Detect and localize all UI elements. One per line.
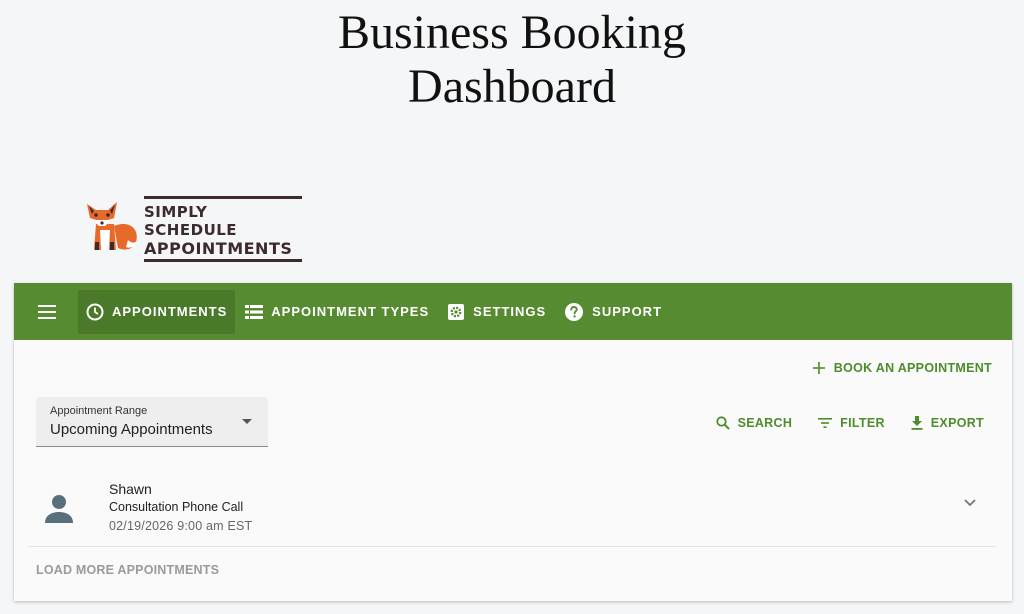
filter-label: FILTER — [840, 416, 885, 430]
nav-appointment-types[interactable]: APPOINTMENT TYPES — [237, 290, 437, 334]
list-icon — [245, 304, 264, 319]
booking-app: APPOINTMENTS APPOINTMENT TYPES SETTINGS — [14, 283, 1012, 601]
nav-appointment-types-label: APPOINTMENT TYPES — [271, 304, 430, 319]
nav-appointments-label: APPOINTMENTS — [112, 304, 228, 319]
logo-wordmark: SIMPLY SCHEDULE APPOINTMENTS — [144, 196, 304, 262]
logo-line2: APPOINTMENTS — [144, 239, 293, 258]
logo-line1: SIMPLY SCHEDULE — [144, 203, 238, 239]
person-icon — [45, 495, 73, 523]
top-navbar: APPOINTMENTS APPOINTMENT TYPES SETTINGS — [14, 283, 1012, 340]
appointment-row[interactable]: Shawn Consultation Phone Call 02/19/2026… — [28, 473, 996, 547]
menu-button[interactable] — [32, 297, 62, 327]
range-select-label: Appointment Range — [50, 405, 148, 417]
plus-icon — [812, 362, 825, 374]
download-icon — [911, 416, 923, 430]
page-title-line1: Business Booking — [337, 6, 687, 59]
gear-icon — [448, 303, 465, 320]
export-button[interactable]: EXPORT — [911, 416, 984, 430]
search-icon — [715, 416, 730, 430]
logo-rule-top — [144, 196, 302, 199]
chevron-down-icon[interactable] — [964, 499, 976, 507]
hamburger-icon — [38, 304, 56, 319]
fox-icon — [87, 202, 137, 250]
caret-down-icon — [242, 419, 252, 424]
list-actions: SEARCH FILTER EXPORT — [690, 416, 984, 430]
help-icon — [565, 302, 584, 321]
range-select-value: Upcoming Appointments — [50, 421, 213, 438]
book-appointment-button[interactable]: BOOK AN APPOINTMENT — [812, 361, 992, 375]
appointment-type: Consultation Phone Call — [109, 500, 244, 514]
ssa-logo: SIMPLY SCHEDULE APPOINTMENTS — [84, 196, 306, 262]
nav-settings[interactable]: SETTINGS — [439, 290, 554, 334]
appointment-datetime: 02/19/2026 9:00 am EST — [109, 519, 253, 533]
book-appointment-label: BOOK AN APPOINTMENT — [833, 361, 992, 375]
filter-icon — [818, 418, 833, 428]
appointment-range-select[interactable]: Appointment Range Upcoming Appointments — [36, 397, 268, 447]
search-label: SEARCH — [737, 416, 793, 430]
appointment-customer-name: Shawn — [109, 481, 152, 497]
logo-rule-bottom — [144, 259, 302, 262]
clock-icon — [86, 303, 104, 320]
nav-support-label: SUPPORT — [592, 304, 663, 319]
nav-appointments[interactable]: APPOINTMENTS — [78, 289, 236, 334]
export-label: EXPORT — [930, 416, 984, 430]
nav-settings-label: SETTINGS — [473, 304, 547, 319]
search-button[interactable]: SEARCH — [715, 416, 793, 430]
page-title-line2: Dashboard — [408, 60, 616, 113]
load-more-appointments-button[interactable]: LOAD MORE APPOINTMENTS — [36, 563, 219, 577]
filter-button[interactable]: FILTER — [818, 416, 885, 430]
nav-support[interactable]: SUPPORT — [556, 290, 670, 334]
page-title: Business Booking Dashboard — [0, 6, 1024, 114]
